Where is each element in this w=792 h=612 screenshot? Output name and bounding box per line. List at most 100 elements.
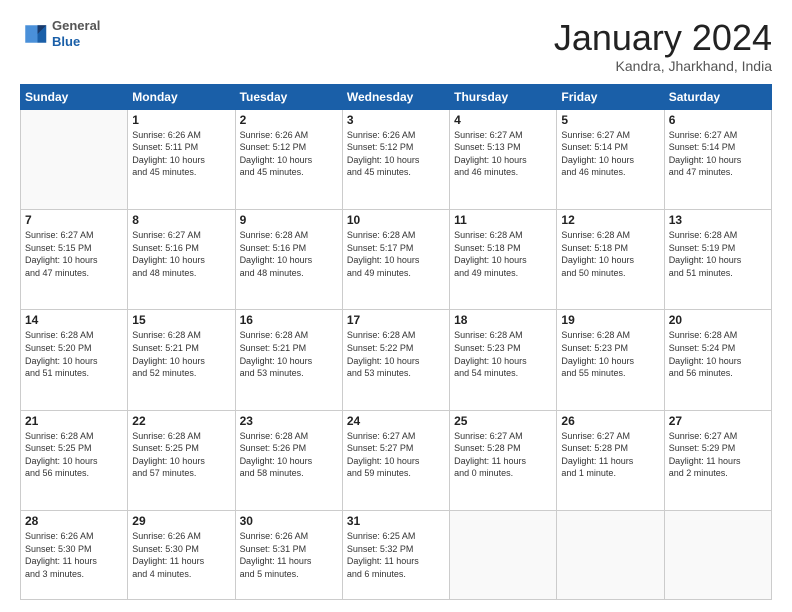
- table-row: 15 Sunrise: 6:28 AM Sunset: 5:21 PM Dayli…: [128, 310, 235, 410]
- day-info: Sunrise: 6:27 AM Sunset: 5:13 PM Dayligh…: [454, 129, 552, 179]
- logo-text: General Blue: [52, 18, 100, 49]
- table-row: [450, 511, 557, 600]
- day-info: Sunrise: 6:27 AM Sunset: 5:28 PM Dayligh…: [454, 430, 552, 480]
- day-info: Sunrise: 6:28 AM Sunset: 5:22 PM Dayligh…: [347, 329, 445, 379]
- day-info: Sunrise: 6:28 AM Sunset: 5:20 PM Dayligh…: [25, 329, 123, 379]
- day-info: Sunrise: 6:26 AM Sunset: 5:31 PM Dayligh…: [240, 530, 338, 580]
- table-row: 26 Sunrise: 6:27 AM Sunset: 5:28 PM Dayli…: [557, 410, 664, 510]
- table-row: 13Sunrise: 6:28 AM Sunset: 5:19 PM Dayli…: [664, 209, 771, 309]
- table-row: 8Sunrise: 6:27 AM Sunset: 5:16 PM Daylig…: [128, 209, 235, 309]
- day-number: 15: [132, 313, 230, 327]
- day-number: 26: [561, 414, 659, 428]
- table-row: [664, 511, 771, 600]
- table-row: 25 Sunrise: 6:27 AM Sunset: 5:28 PM Dayli…: [450, 410, 557, 510]
- table-row: 11 Sunrise: 6:28 AM Sunset: 5:18 PM Dayli…: [450, 209, 557, 309]
- table-row: 29 Sunrise: 6:26 AM Sunset: 5:30 PM Dayli…: [128, 511, 235, 600]
- day-info: Sunrise: 6:27 AM Sunset: 5:28 PM Dayligh…: [561, 430, 659, 480]
- day-number: 21: [25, 414, 123, 428]
- col-monday: Monday: [128, 84, 235, 109]
- day-info: Sunrise: 6:27 AM Sunset: 5:15 PM Dayligh…: [25, 229, 123, 279]
- calendar-week-row: 21 Sunrise: 6:28 AM Sunset: 5:25 PM Dayli…: [21, 410, 772, 510]
- logo: General Blue: [20, 18, 100, 49]
- table-row: 10 Sunrise: 6:28 AM Sunset: 5:17 PM Dayli…: [342, 209, 449, 309]
- day-number: 20: [669, 313, 767, 327]
- day-info: Sunrise: 6:26 AM Sunset: 5:12 PM Dayligh…: [347, 129, 445, 179]
- day-info: Sunrise: 6:28 AM Sunset: 5:17 PM Dayligh…: [347, 229, 445, 279]
- table-row: 21 Sunrise: 6:28 AM Sunset: 5:25 PM Dayli…: [21, 410, 128, 510]
- calendar-table: Sunday Monday Tuesday Wednesday Thursday…: [20, 84, 772, 600]
- calendar-week-row: 1 Sunrise: 6:26 AM Sunset: 5:11 PM Daylig…: [21, 109, 772, 209]
- day-number: 31: [347, 514, 445, 528]
- table-row: 20 Sunrise: 6:28 AM Sunset: 5:24 PM Dayli…: [664, 310, 771, 410]
- day-info: Sunrise: 6:28 AM Sunset: 5:23 PM Dayligh…: [454, 329, 552, 379]
- day-info: Sunrise: 6:28 AM Sunset: 5:21 PM Dayligh…: [240, 329, 338, 379]
- day-info: Sunrise: 6:26 AM Sunset: 5:11 PM Dayligh…: [132, 129, 230, 179]
- table-row: 28 Sunrise: 6:26 AM Sunset: 5:30 PM Dayli…: [21, 511, 128, 600]
- day-number: 10: [347, 213, 445, 227]
- day-number: 18: [454, 313, 552, 327]
- day-number: 9: [240, 213, 338, 227]
- day-info: Sunrise: 6:26 AM Sunset: 5:30 PM Dayligh…: [132, 530, 230, 580]
- day-number: 1: [132, 113, 230, 127]
- table-row: 12 Sunrise: 6:28 AM Sunset: 5:18 PM Dayli…: [557, 209, 664, 309]
- month-title: January 2024: [554, 18, 772, 58]
- day-info: Sunrise: 6:28 AM Sunset: 5:18 PM Dayligh…: [454, 229, 552, 279]
- day-info: Sunrise: 6:28 AM Sunset: 5:26 PM Dayligh…: [240, 430, 338, 480]
- table-row: 27 Sunrise: 6:27 AM Sunset: 5:29 PM Dayli…: [664, 410, 771, 510]
- day-number: 29: [132, 514, 230, 528]
- calendar-header-row: Sunday Monday Tuesday Wednesday Thursday…: [21, 84, 772, 109]
- calendar-week-row: 7Sunrise: 6:27 AM Sunset: 5:15 PM Daylig…: [21, 209, 772, 309]
- col-saturday: Saturday: [664, 84, 771, 109]
- day-number: 24: [347, 414, 445, 428]
- day-info: Sunrise: 6:28 AM Sunset: 5:21 PM Dayligh…: [132, 329, 230, 379]
- table-row: 6Sunrise: 6:27 AM Sunset: 5:14 PM Daylig…: [664, 109, 771, 209]
- day-number: 22: [132, 414, 230, 428]
- table-row: [557, 511, 664, 600]
- logo-icon: [20, 20, 48, 48]
- day-info: Sunrise: 6:27 AM Sunset: 5:29 PM Dayligh…: [669, 430, 767, 480]
- col-thursday: Thursday: [450, 84, 557, 109]
- day-info: Sunrise: 6:26 AM Sunset: 5:30 PM Dayligh…: [25, 530, 123, 580]
- day-number: 4: [454, 113, 552, 127]
- day-number: 13: [669, 213, 767, 227]
- table-row: 7Sunrise: 6:27 AM Sunset: 5:15 PM Daylig…: [21, 209, 128, 309]
- day-number: 12: [561, 213, 659, 227]
- table-row: 19Sunrise: 6:28 AM Sunset: 5:23 PM Dayli…: [557, 310, 664, 410]
- day-info: Sunrise: 6:26 AM Sunset: 5:12 PM Dayligh…: [240, 129, 338, 179]
- day-info: Sunrise: 6:27 AM Sunset: 5:16 PM Dayligh…: [132, 229, 230, 279]
- table-row: 30 Sunrise: 6:26 AM Sunset: 5:31 PM Dayli…: [235, 511, 342, 600]
- table-row: 3Sunrise: 6:26 AM Sunset: 5:12 PM Daylig…: [342, 109, 449, 209]
- header: General Blue January 2024 Kandra, Jharkh…: [20, 18, 772, 74]
- day-info: Sunrise: 6:28 AM Sunset: 5:16 PM Dayligh…: [240, 229, 338, 279]
- day-info: Sunrise: 6:28 AM Sunset: 5:24 PM Dayligh…: [669, 329, 767, 379]
- day-number: 30: [240, 514, 338, 528]
- table-row: [21, 109, 128, 209]
- col-wednesday: Wednesday: [342, 84, 449, 109]
- day-info: Sunrise: 6:28 AM Sunset: 5:18 PM Dayligh…: [561, 229, 659, 279]
- day-number: 27: [669, 414, 767, 428]
- table-row: 18 Sunrise: 6:28 AM Sunset: 5:23 PM Dayli…: [450, 310, 557, 410]
- table-row: 23Sunrise: 6:28 AM Sunset: 5:26 PM Dayli…: [235, 410, 342, 510]
- location: Kandra, Jharkhand, India: [554, 58, 772, 74]
- table-row: 24Sunrise: 6:27 AM Sunset: 5:27 PM Dayli…: [342, 410, 449, 510]
- table-row: 16Sunrise: 6:28 AM Sunset: 5:21 PM Dayli…: [235, 310, 342, 410]
- day-number: 25: [454, 414, 552, 428]
- table-row: 31 Sunrise: 6:25 AM Sunset: 5:32 PM Dayli…: [342, 511, 449, 600]
- day-number: 28: [25, 514, 123, 528]
- day-number: 2: [240, 113, 338, 127]
- day-info: Sunrise: 6:27 AM Sunset: 5:14 PM Dayligh…: [669, 129, 767, 179]
- calendar-week-row: 28 Sunrise: 6:26 AM Sunset: 5:30 PM Dayli…: [21, 511, 772, 600]
- col-sunday: Sunday: [21, 84, 128, 109]
- day-number: 5: [561, 113, 659, 127]
- day-info: Sunrise: 6:28 AM Sunset: 5:25 PM Dayligh…: [25, 430, 123, 480]
- table-row: 5Sunrise: 6:27 AM Sunset: 5:14 PM Daylig…: [557, 109, 664, 209]
- day-number: 11: [454, 213, 552, 227]
- table-row: 17 Sunrise: 6:28 AM Sunset: 5:22 PM Dayli…: [342, 310, 449, 410]
- day-info: Sunrise: 6:25 AM Sunset: 5:32 PM Dayligh…: [347, 530, 445, 580]
- day-number: 14: [25, 313, 123, 327]
- day-number: 17: [347, 313, 445, 327]
- table-row: 4 Sunrise: 6:27 AM Sunset: 5:13 PM Daylig…: [450, 109, 557, 209]
- table-row: 2 Sunrise: 6:26 AM Sunset: 5:12 PM Daylig…: [235, 109, 342, 209]
- title-block: January 2024 Kandra, Jharkhand, India: [554, 18, 772, 74]
- table-row: 14 Sunrise: 6:28 AM Sunset: 5:20 PM Dayli…: [21, 310, 128, 410]
